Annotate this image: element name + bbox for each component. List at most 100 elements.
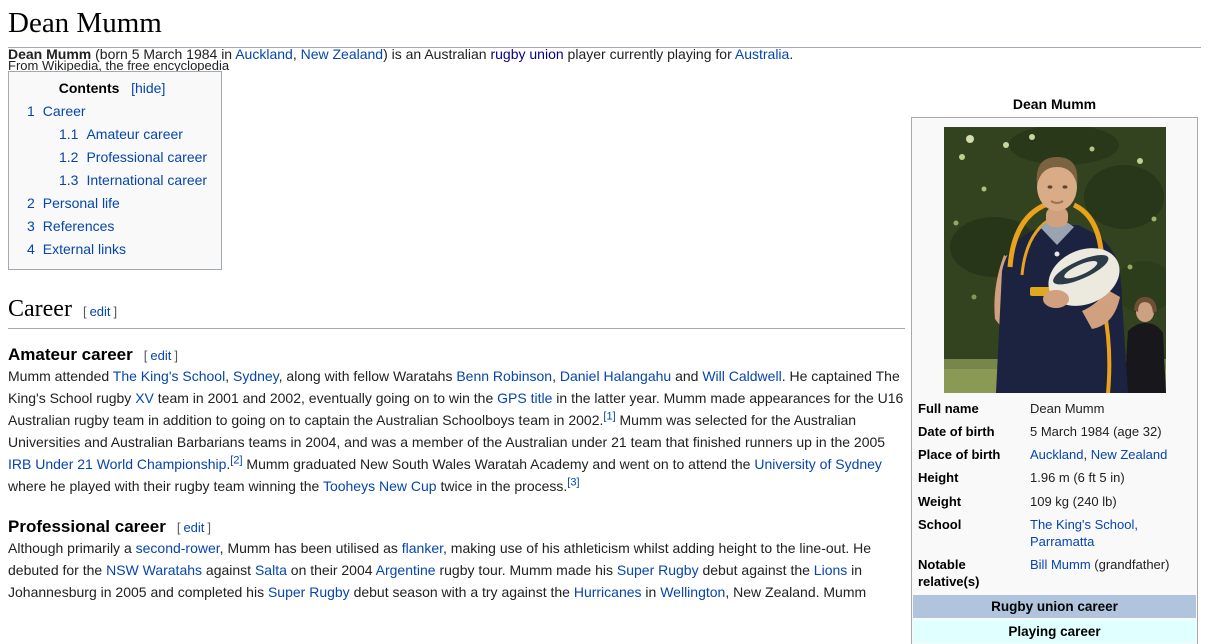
toc-hide-button[interactable]: [hide]	[131, 80, 165, 96]
toc-list: 1Career 1.1Amateur career 1.2Professional …	[17, 103, 207, 257]
subsection-title: Amateur career	[8, 345, 133, 364]
infobox-value: 1.96 m (6 ft 5 in)	[1030, 469, 1191, 486]
edit-link[interactable]: edit	[183, 520, 204, 535]
infobox-label: Full name	[918, 400, 1030, 417]
infobox: Full nameDean MummDate of birth5 March 1…	[911, 117, 1198, 644]
wiki-link[interactable]: The King's School	[113, 368, 225, 384]
toc-link[interactable]: 1Career	[27, 103, 86, 119]
toc-header: Contents [hide]	[17, 80, 207, 96]
wiki-link[interactable]: Wellington	[660, 584, 725, 600]
infobox-body: Full nameDean MummDate of birth5 March 1…	[913, 397, 1196, 644]
wiki-link[interactable]: Bill Mumm	[1030, 557, 1091, 572]
toc-link[interactable]: 3References	[27, 218, 114, 234]
reference-sup: [2]	[230, 454, 242, 466]
infobox-photo-link[interactable]	[944, 127, 1166, 393]
wiki-link[interactable]: Will Caldwell	[702, 368, 781, 384]
infobox-label: Weight	[918, 493, 1030, 510]
infobox-value: 5 March 1984 (age 32)	[1030, 423, 1191, 440]
infobox-value: 109 kg (240 lb)	[1030, 493, 1191, 510]
infobox-section-header: Playing career	[913, 620, 1196, 643]
wiki-link[interactable]: Tooheys New Cup	[323, 478, 437, 494]
wiki-link[interactable]: XV	[135, 390, 154, 406]
toc-item: 4External links	[27, 241, 207, 257]
wiki-link[interactable]: Lions	[814, 562, 847, 578]
infobox-row: Weight109 kg (240 lb)	[913, 490, 1196, 513]
toc-link[interactable]: 1.3International career	[59, 172, 207, 188]
edit-section: [edit]	[174, 520, 214, 535]
wiki-link[interactable]: Australia	[735, 46, 789, 62]
infobox-label: School	[918, 516, 1030, 550]
reference-link[interactable]: [1]	[603, 410, 615, 422]
infobox-value: Dean Mumm	[1030, 400, 1191, 417]
toc-item: 1Career	[27, 103, 207, 119]
wiki-link[interactable]: NSW Waratahs	[106, 562, 202, 578]
edit-link[interactable]: edit	[90, 304, 111, 319]
toc-title: Contents	[59, 80, 120, 96]
toc-item: 1.1Amateur career	[59, 126, 207, 142]
section-title: Career	[8, 296, 72, 322]
edit-section: [edit]	[80, 304, 120, 319]
wiki-link[interactable]: Sydney	[233, 368, 279, 384]
infobox-value: Bill Mumm (grandfather)	[1030, 556, 1191, 590]
wiki-link[interactable]: GPS title	[497, 390, 552, 406]
toc-link[interactable]: 2Personal life	[27, 195, 120, 211]
infobox-label: Date of birth	[918, 423, 1030, 440]
infobox-label: Height	[918, 469, 1030, 486]
infobox-row: Full nameDean Mumm	[913, 397, 1196, 420]
intro-paragraph: Dean Mumm (born 5 March 1984 in Auckland…	[8, 43, 905, 65]
wiki-link[interactable]: second-rower	[136, 540, 220, 556]
subsection-heading-professional: Professional career [edit]	[8, 517, 905, 537]
wiki-link[interactable]: Super Rugby	[617, 562, 699, 578]
infobox-row: Notable relative(s)Bill Mumm (grandfathe…	[913, 553, 1196, 593]
infobox-value: The King's School, Parramatta	[1030, 516, 1191, 550]
infobox-row: SchoolThe King's School, Parramatta	[913, 513, 1196, 553]
professional-career-paragraph: Although primarily a second-rower, Mumm …	[8, 537, 905, 603]
toc-item: 1.2Professional career	[59, 149, 207, 165]
toc-item: 3References	[27, 218, 207, 234]
wiki-link[interactable]: Auckland	[235, 46, 293, 62]
wiki-link[interactable]: Hurricanes	[574, 584, 642, 600]
reference-sup: [3]	[567, 476, 579, 488]
subsection-heading-amateur: Amateur career [edit]	[8, 345, 905, 365]
amateur-career-paragraph: Mumm attended The King's School, Sydney,…	[8, 365, 905, 497]
wiki-link[interactable]: IRB Under 21 World Championship	[8, 456, 226, 472]
wikipedia-article-page: Dean Mumm From Wikipedia, the free encyc…	[0, 0, 1209, 644]
toc-item: 1.3International career	[59, 172, 207, 188]
wiki-link[interactable]: Salta	[255, 562, 287, 578]
wiki-link[interactable]: Super Rugby	[268, 584, 350, 600]
wiki-link[interactable]: flanker	[402, 540, 443, 556]
reference-link[interactable]: [2]	[230, 454, 242, 466]
table-of-contents: Contents [hide] 1Career 1.1Amateur career…	[8, 71, 222, 270]
page-title: Dean Mumm	[8, 0, 1201, 48]
edit-link[interactable]: edit	[150, 348, 171, 363]
infobox-row: Place of birthAuckland, New Zealand	[913, 443, 1196, 466]
toc-link[interactable]: 4External links	[27, 241, 126, 257]
infobox-row: Height1.96 m (6 ft 5 in)	[913, 466, 1196, 489]
wiki-link[interactable]: The King's School, Parramatta	[1030, 517, 1138, 549]
toc-link[interactable]: 1.1Amateur career	[59, 126, 183, 142]
infobox-value: Auckland, New Zealand	[1030, 446, 1191, 463]
bold-text: Dean Mumm	[8, 46, 91, 62]
article-body: Dean Mumm (born 5 March 1984 in Auckland…	[8, 43, 905, 603]
infobox-caption: Dean Mumm	[911, 96, 1198, 112]
toc-item: 2Personal life	[27, 195, 207, 211]
section-heading-career: Career [edit]	[8, 296, 905, 329]
reference-link[interactable]: [3]	[567, 476, 579, 488]
subsection-title: Professional career	[8, 517, 166, 536]
wiki-link[interactable]: New Zealand	[1091, 447, 1168, 462]
wiki-link[interactable]: Argentine	[376, 562, 436, 578]
player-photo	[944, 127, 1166, 393]
wiki-link[interactable]: Benn Robinson	[456, 368, 552, 384]
edit-section: [edit]	[141, 348, 181, 363]
infobox-section-header: Rugby union career	[913, 595, 1196, 618]
infobox-label: Place of birth	[918, 446, 1030, 463]
wiki-link[interactable]: rugby union	[490, 46, 563, 62]
infobox-label: Notable relative(s)	[918, 556, 1030, 590]
wiki-link[interactable]: New Zealand	[301, 46, 384, 62]
infobox-row: Date of birth5 March 1984 (age 32)	[913, 420, 1196, 443]
wiki-link[interactable]: University of Sydney	[754, 456, 882, 472]
toc-link[interactable]: 1.2Professional career	[59, 149, 207, 165]
wiki-link[interactable]: Daniel Halangahu	[560, 368, 671, 384]
reference-sup: [1]	[603, 410, 615, 422]
wiki-link[interactable]: Auckland	[1030, 447, 1083, 462]
